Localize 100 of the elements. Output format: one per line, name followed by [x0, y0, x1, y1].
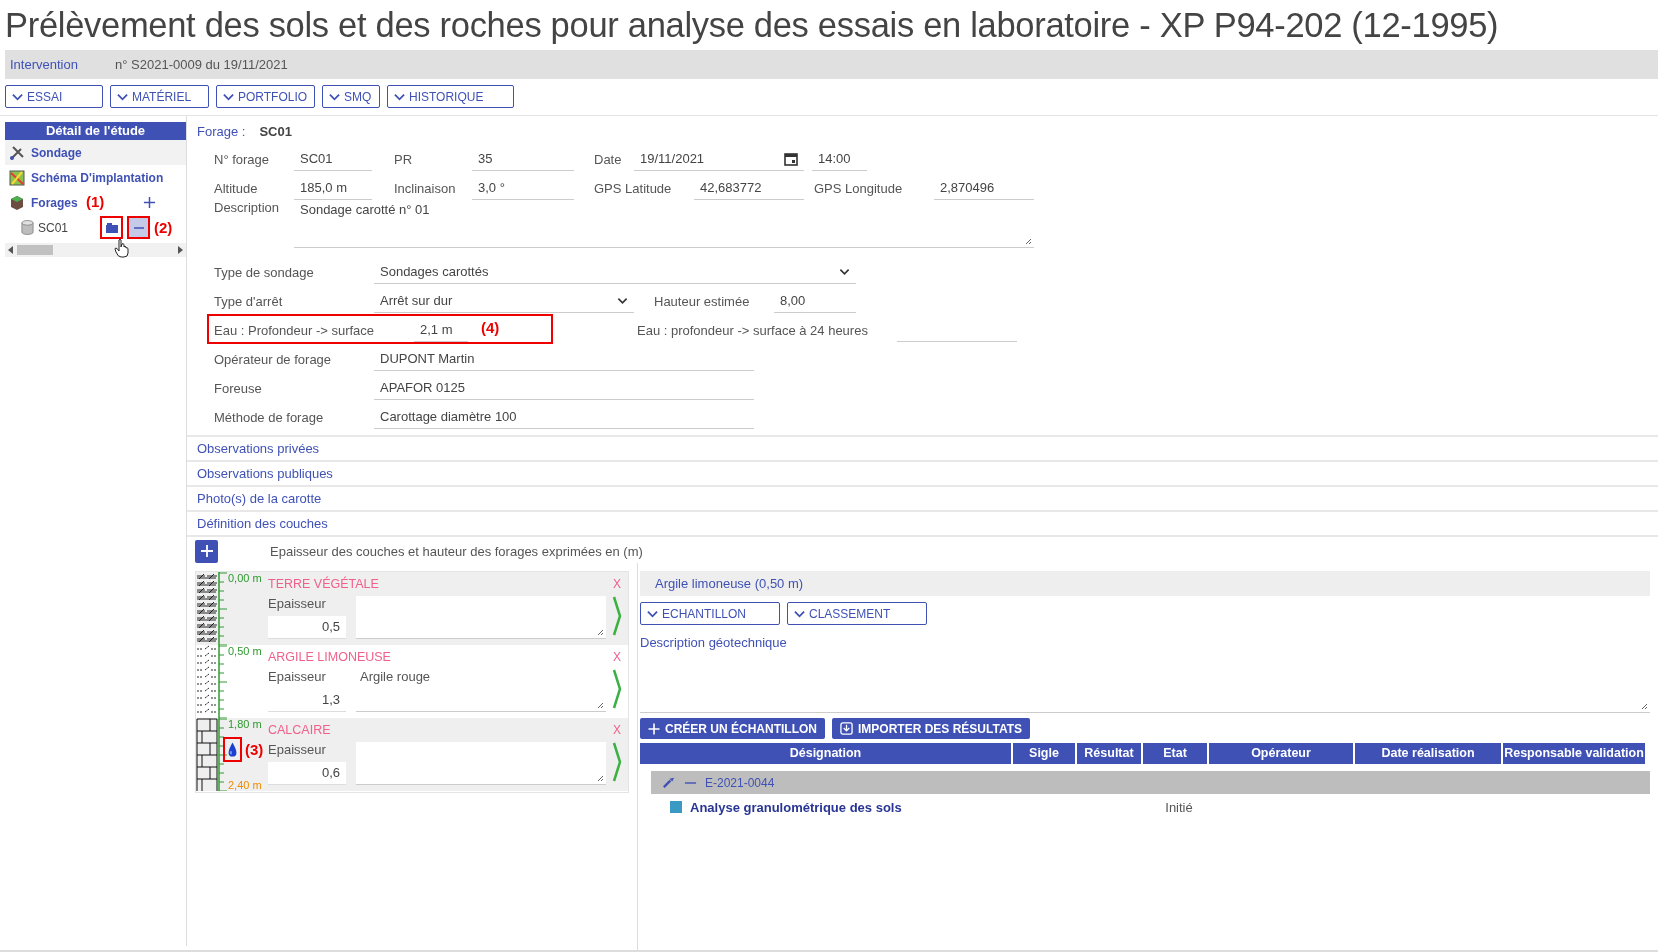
chevron-icon — [329, 92, 340, 101]
field-label: PR — [394, 151, 414, 167]
input-field[interactable]: DUPONT Martin — [374, 347, 754, 371]
field-label: Opérateur de forage — [214, 351, 333, 367]
sidebar-item[interactable]: Sondage — [5, 140, 186, 165]
page-title: Prélèvement des sols et des roches pour analyse des essais en laboratoire - XP P94-202 (12-1995) — [4, 5, 1500, 46]
field-label: Eau : profondeur -> surface à 24 heures — [637, 322, 869, 338]
resize-grip-icon[interactable] — [596, 628, 604, 636]
dropdown-button[interactable]: HISTORIQUE — [387, 85, 514, 108]
text-area[interactable]: Argile rouge — [356, 669, 606, 712]
folder-icon — [104, 221, 119, 234]
depth-label: 0,50 m — [228, 645, 262, 657]
folder-button[interactable] — [100, 216, 124, 239]
sidebar-item[interactable]: Schéma D'implantation — [5, 165, 186, 190]
column-header: Sigle — [1013, 743, 1075, 764]
dropdown-button[interactable]: ECHANTILLON — [640, 602, 780, 625]
section-header[interactable]: Observations publiques — [187, 462, 1658, 487]
field-label: GPS Latitude — [594, 180, 673, 196]
column-header: Désignation — [640, 743, 1011, 764]
resize-grip-icon[interactable] — [596, 701, 604, 709]
field-label: Foreuse — [214, 380, 263, 396]
chevron-icon — [394, 92, 405, 101]
square-icon — [670, 801, 682, 813]
input-field[interactable]: SC01 — [294, 147, 372, 171]
tools-icon — [9, 144, 25, 161]
input-field[interactable]: 2,1 m — [414, 318, 468, 342]
scroll-right-icon[interactable] — [177, 246, 183, 254]
input-field[interactable]: 35 — [472, 147, 574, 171]
input-field[interactable]: 3,0 ° — [472, 176, 574, 200]
dropdown-button[interactable]: PORTFOLIO — [216, 85, 315, 108]
map-icon — [9, 169, 25, 186]
scrollbar[interactable] — [5, 243, 186, 257]
input-field[interactable]: 0,6 — [268, 762, 346, 785]
action-button[interactable]: IMPORTER DES RÉSULTATS — [832, 718, 1030, 739]
resize-grip-icon[interactable] — [1640, 702, 1648, 710]
resize-grip-icon[interactable] — [596, 774, 604, 782]
section-header[interactable]: Observations privées — [187, 437, 1658, 462]
water-drop-icon[interactable] — [223, 737, 242, 762]
add-layer-button[interactable] — [195, 539, 218, 563]
layers-caption: Epaisseur des couches et hauteur des forages exprimées en (m) — [270, 543, 643, 559]
tree-item[interactable]: SC01 — [38, 220, 69, 235]
date-field[interactable]: 19/11/2021 — [634, 147, 804, 171]
layer-row[interactable]: 1,80 m (3) 2,40 m CALCAIRE Epaisseur 0,6 X — [196, 718, 628, 791]
field-label: GPS Longitude — [814, 180, 904, 196]
input-field[interactable]: 14:00 — [812, 147, 867, 171]
section-header[interactable]: Définition des couches — [187, 512, 1658, 537]
dropdown-button[interactable]: MATÉRIEL — [110, 85, 209, 108]
chevron-icon — [117, 92, 128, 101]
add-icon[interactable] — [143, 196, 156, 209]
layer-row[interactable]: 0,00 m TERRE VÉGÉTALE Epaisseur 0,5 X — [196, 572, 628, 645]
input-field[interactable]: APAFOR 0125 — [374, 376, 754, 400]
field-label: Type d'arrêt — [214, 293, 284, 309]
scroll-left-icon[interactable] — [8, 246, 14, 254]
plus-icon — [199, 544, 214, 558]
brick-pattern-icon — [196, 718, 218, 791]
chevron-icon — [617, 296, 628, 305]
layer-header: Argile limoneuse (0,50 m) — [640, 571, 1650, 596]
callout-number: (4) — [481, 319, 500, 336]
dropdown-button[interactable]: SMQ — [322, 85, 380, 108]
chevron-icon — [12, 92, 23, 101]
field-label: Altitude — [214, 180, 259, 196]
scroll-thumb[interactable] — [17, 245, 53, 255]
chevron-icon — [223, 92, 234, 101]
group-row[interactable]: E-2021-0044 — [651, 771, 1650, 794]
field-label: Description — [214, 200, 281, 215]
input-field[interactable]: 42,683772 — [694, 176, 804, 200]
input-field[interactable]: 2,870496 — [934, 176, 1034, 200]
field-label: Epaisseur — [268, 596, 327, 613]
plus-icon — [648, 722, 660, 735]
field-label: N° forage — [214, 151, 271, 167]
field-label: Type de sondage — [214, 264, 315, 280]
collapse-button[interactable] — [127, 216, 151, 239]
chevron-icon — [647, 609, 658, 618]
input-field[interactable]: 8,00 — [774, 289, 856, 313]
select-field[interactable]: Arrêt sur dur — [374, 289, 634, 313]
depth-label: 1,80 m — [228, 718, 262, 730]
column-header: Etat — [1143, 743, 1207, 764]
calendar-icon[interactable] — [784, 151, 798, 166]
input-field[interactable]: 185,0 m — [294, 176, 372, 200]
table-cell: Initié — [1165, 799, 1193, 815]
chevron-icon[interactable] — [612, 669, 622, 709]
test-link[interactable]: Analyse granulométrique des sols — [690, 799, 902, 815]
action-button[interactable]: CRÉER UN ÉCHANTILLON — [640, 718, 825, 739]
dropdown-button[interactable]: ESSAI — [5, 85, 103, 108]
section-header[interactable]: Photo(s) de la carotte — [187, 487, 1658, 512]
text-area[interactable]: Description géotechnique — [640, 625, 1650, 713]
sidebar-item[interactable]: Forages (1) — [5, 190, 186, 215]
dropdown-button[interactable]: CLASSEMENT — [787, 602, 927, 625]
text-area[interactable]: Sondage carotté n° 01 — [294, 200, 1034, 248]
input-field[interactable]: 0,5 — [268, 616, 346, 639]
resize-grip-icon[interactable] — [1024, 237, 1032, 245]
callout-number: (3) — [245, 741, 264, 758]
chevron-icon — [839, 267, 850, 276]
pipette-icon — [661, 775, 676, 790]
callout-number: (2) — [154, 219, 173, 236]
field-label: Epaisseur — [268, 669, 327, 686]
callout-number: (1) — [86, 193, 105, 210]
cylinder-icon — [21, 220, 34, 235]
select-field[interactable]: Sondages carottés — [374, 260, 856, 284]
input-field[interactable]: Carottage diamètre 100 — [374, 405, 754, 429]
